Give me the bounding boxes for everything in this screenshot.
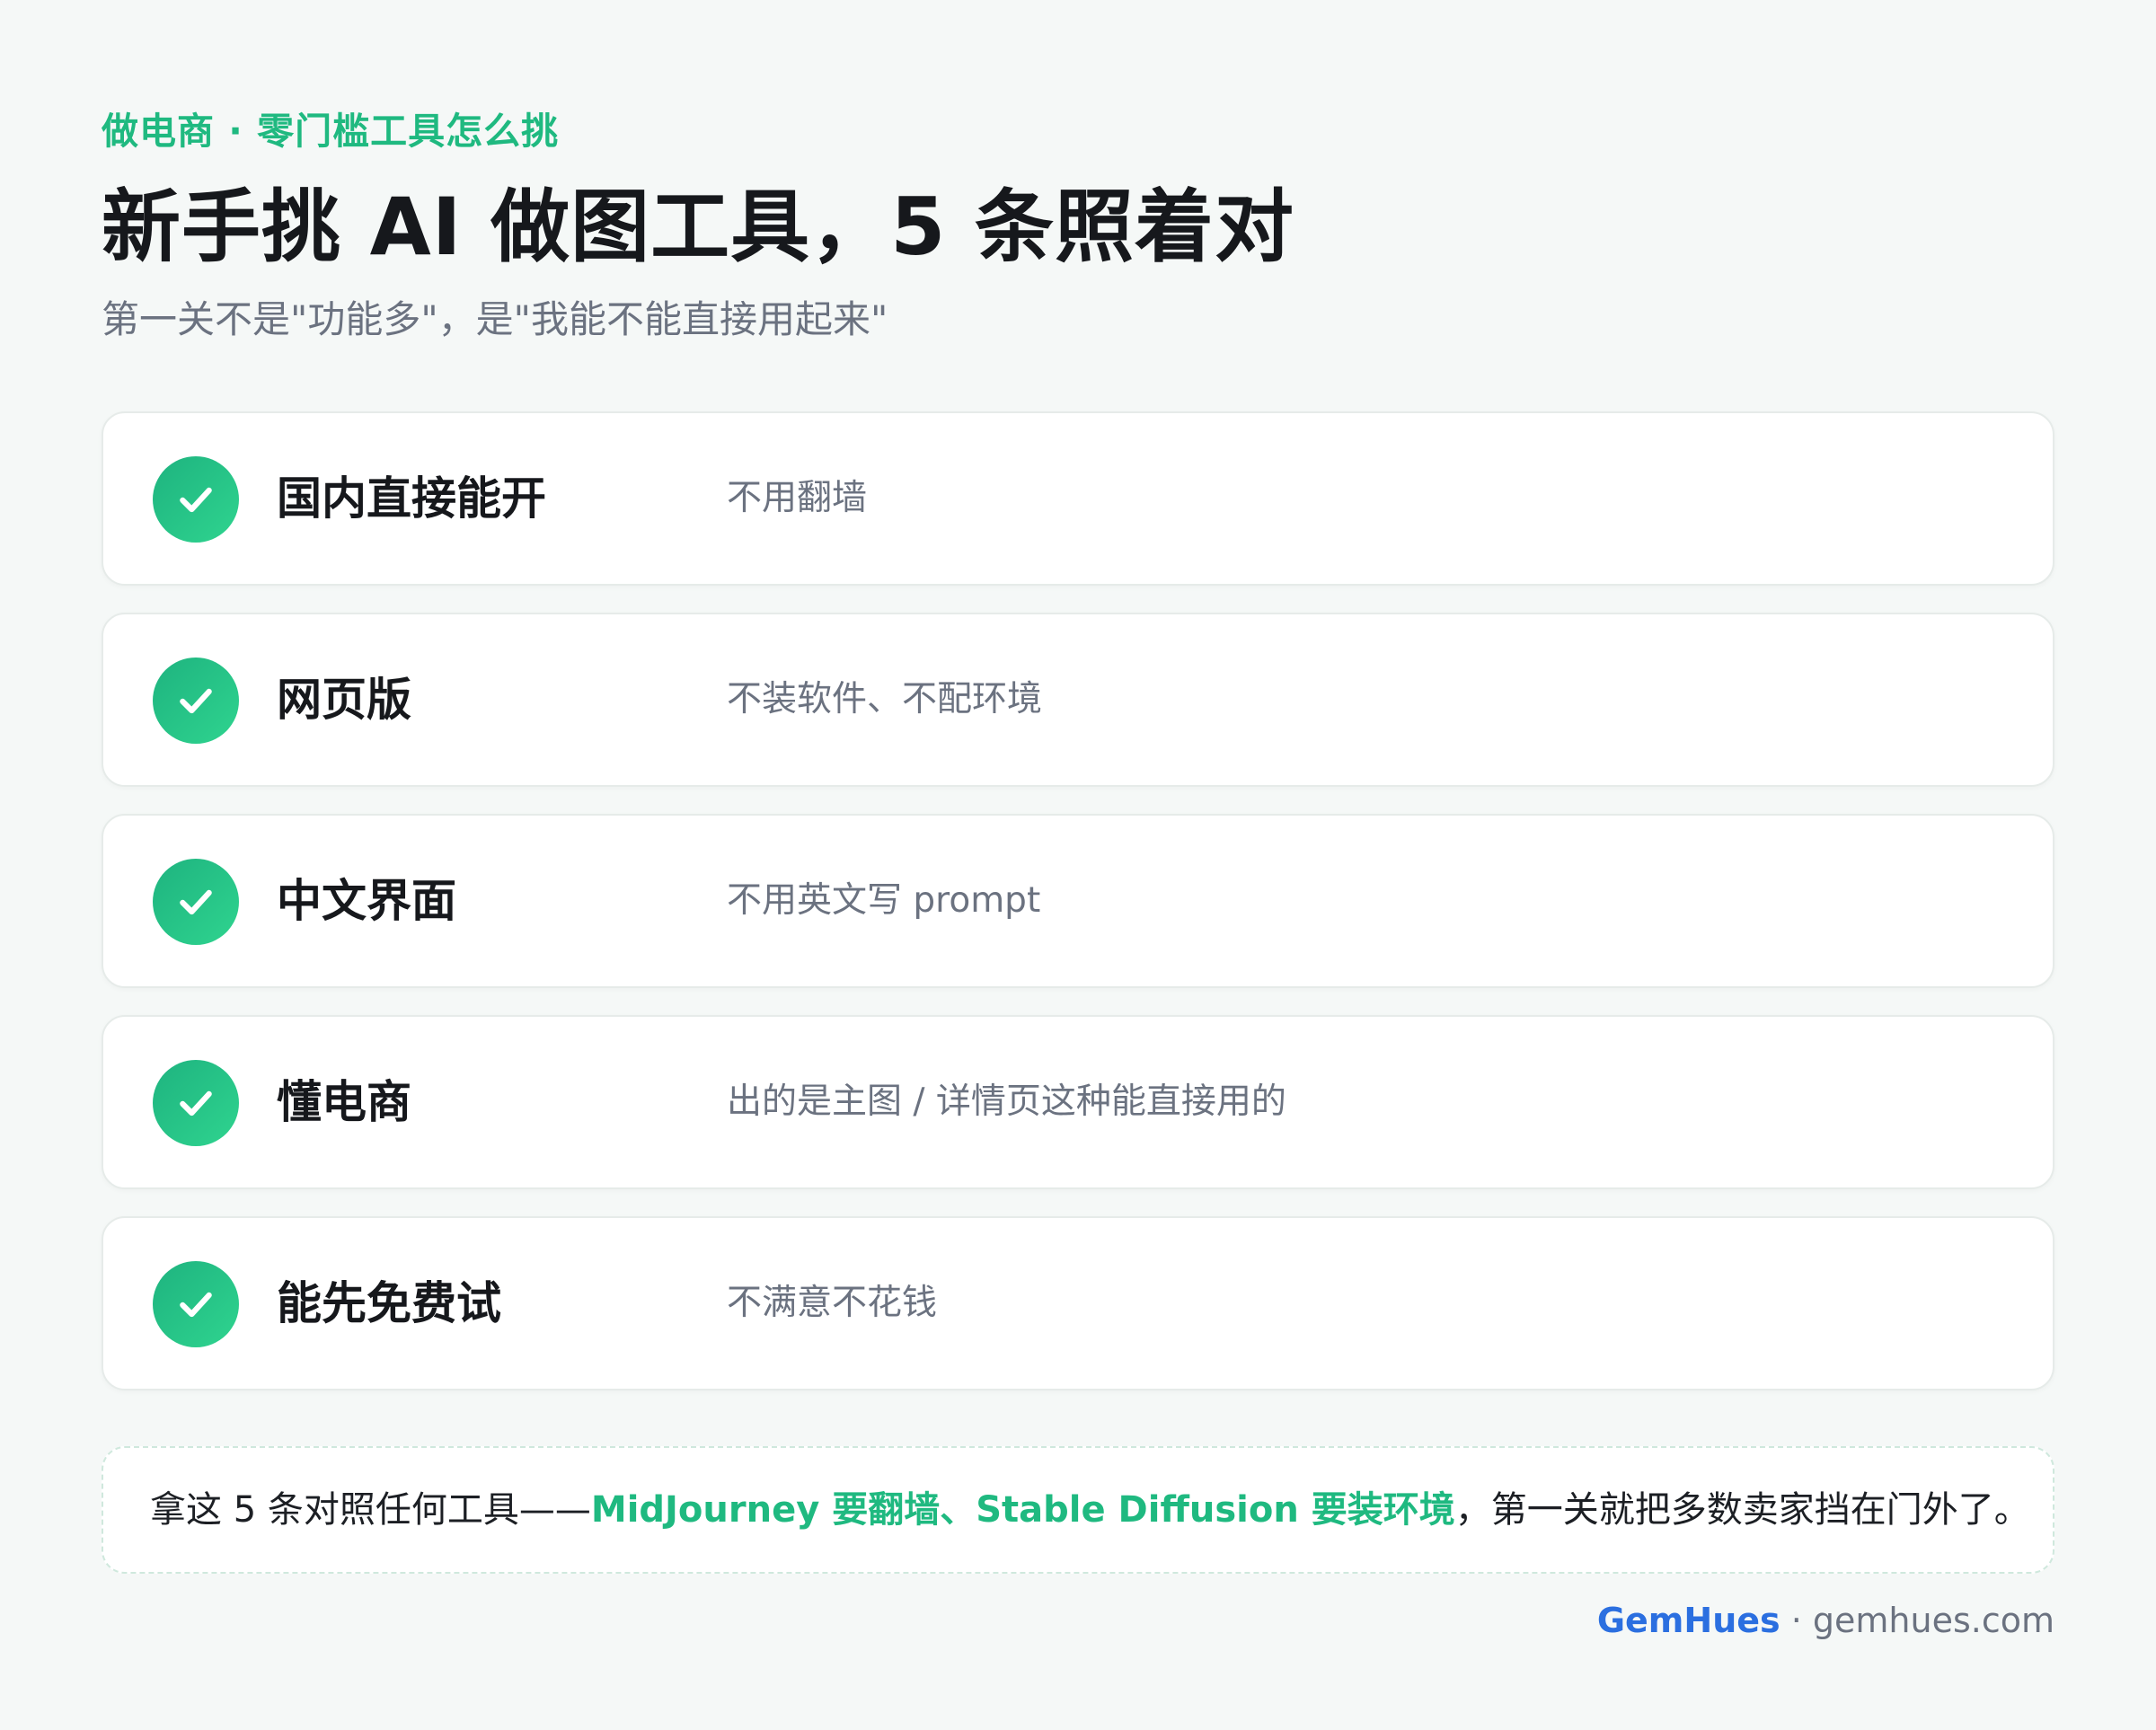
checklist-item: 懂电商 出的是主图 / 详情页这种能直接用的 — [102, 1015, 2054, 1189]
note-highlight: MidJourney 要翻墙、Stable Diffusion 要装环境 — [590, 1489, 1455, 1531]
page-title: 新手挑 AI 做图工具，5 条照着对 — [102, 181, 1294, 273]
checklist-item-label: 懂电商 — [277, 1076, 411, 1128]
check-icon — [153, 1060, 239, 1146]
footer-separator: · — [1780, 1601, 1813, 1640]
checklist-item: 国内直接能开 不用翻墙 — [102, 411, 2054, 586]
brand-name[interactable]: GemHues — [1597, 1601, 1780, 1640]
check-icon — [153, 859, 239, 945]
checklist-item-label: 网页版 — [277, 674, 411, 726]
summary-note-text: 拿这 5 条对照任何工具——MidJourney 要翻墙、Stable Diff… — [150, 1448, 2030, 1572]
brand-domain[interactable]: gemhues.com — [1813, 1601, 2054, 1640]
checklist-item: 能先免费试 不满意不花钱 — [102, 1216, 2054, 1390]
checklist-item-desc: 出的是主图 / 详情页这种能直接用的 — [727, 1081, 1286, 1122]
checklist: 国内直接能开 不用翻墙 网页版 不装软件、不配环境 中文界面 不用英文写 pro… — [102, 411, 2054, 1417]
page-subtitle: 第一关不是"功能多"，是"我能不能直接用起来" — [102, 297, 888, 341]
page: 做电商 · 零门槛工具怎么挑 新手挑 AI 做图工具，5 条照着对 第一关不是"… — [102, 0, 2054, 1730]
eyebrow: 做电商 · 零门槛工具怎么挑 — [102, 110, 560, 153]
footer: GemHues · gemhues.com — [1597, 1601, 2054, 1640]
checklist-item-label: 国内直接能开 — [277, 472, 546, 525]
checklist-item-label: 能先免费试 — [277, 1277, 501, 1329]
note-suffix: ，第一关就把多数卖家挡在门外了。 — [1454, 1489, 2030, 1531]
check-icon — [153, 1261, 239, 1347]
summary-note: 拿这 5 条对照任何工具——MidJourney 要翻墙、Stable Diff… — [102, 1446, 2054, 1574]
check-icon — [153, 456, 239, 543]
check-icon — [153, 658, 239, 744]
checklist-item-desc: 不用英文写 prompt — [727, 880, 1041, 921]
checklist-item: 中文界面 不用英文写 prompt — [102, 814, 2054, 988]
checklist-item-desc: 不用翻墙 — [727, 478, 868, 518]
checklist-item-desc: 不满意不花钱 — [727, 1283, 938, 1323]
checklist-item: 网页版 不装软件、不配环境 — [102, 613, 2054, 787]
note-prefix: 拿这 5 条对照任何工具—— — [150, 1489, 591, 1531]
checklist-item-label: 中文界面 — [277, 875, 456, 927]
checklist-item-desc: 不装软件、不配环境 — [727, 679, 1043, 719]
